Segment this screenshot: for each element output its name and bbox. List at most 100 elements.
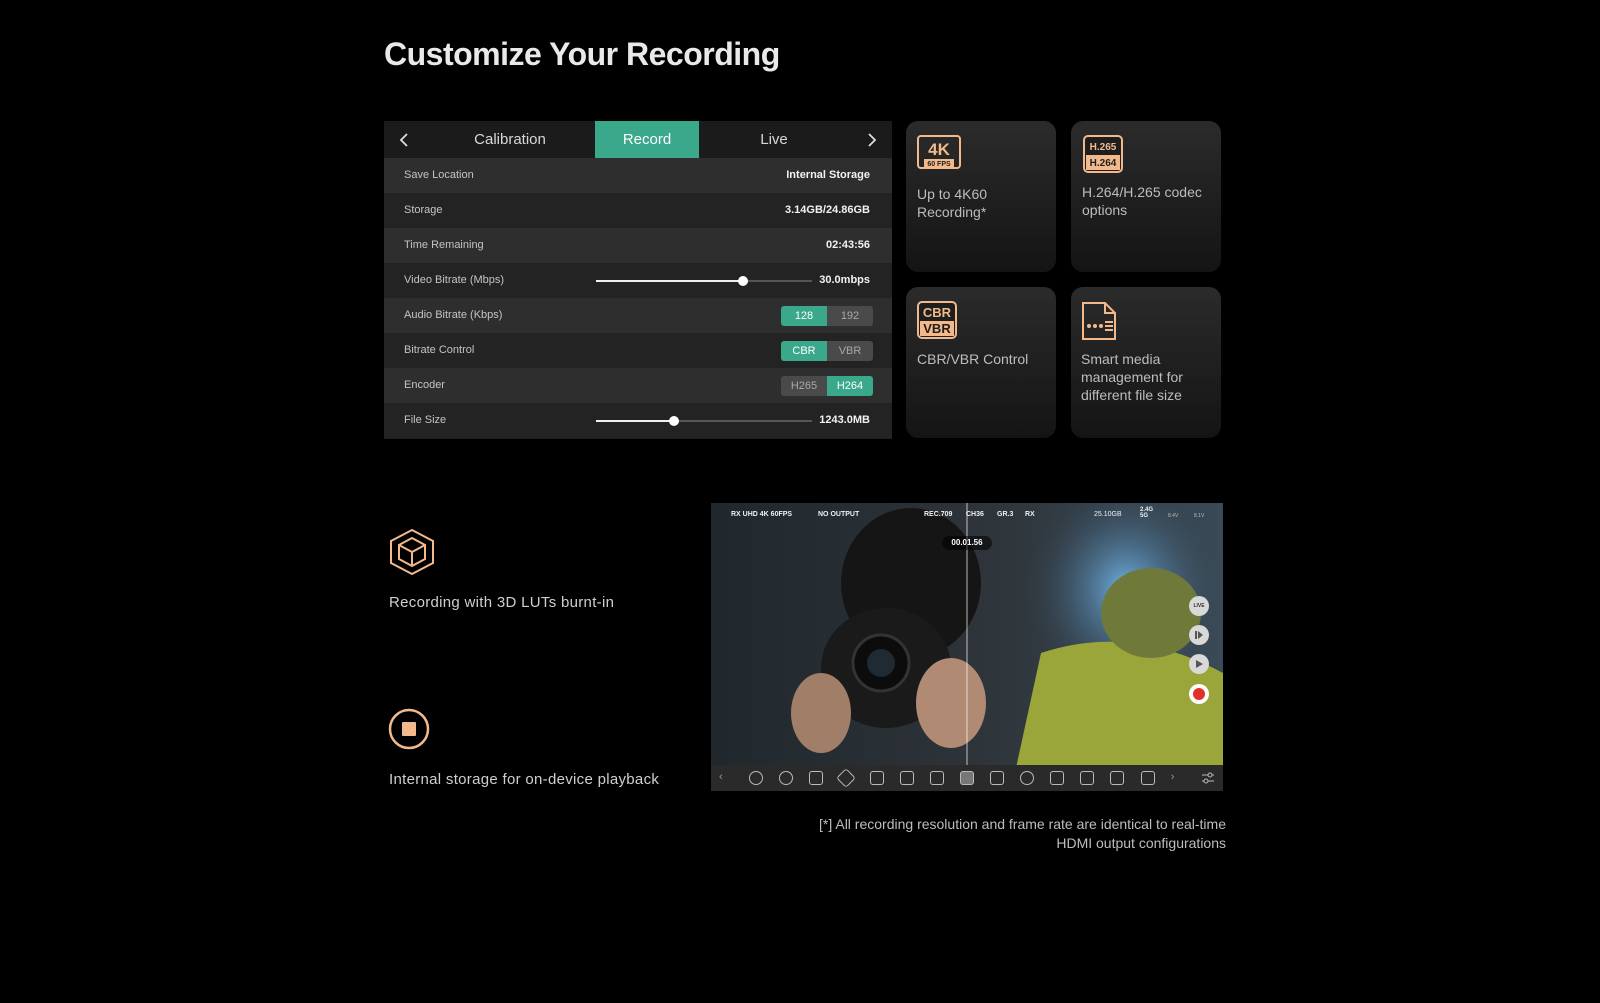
feature-card-cbr-vbr: CBR VBR CBR/VBR Control bbox=[906, 287, 1056, 438]
slider-fill bbox=[596, 280, 743, 282]
slider-knob[interactable] bbox=[737, 276, 748, 286]
settings-sliders-icon[interactable] bbox=[1201, 771, 1215, 785]
h264-option[interactable]: H264 bbox=[827, 376, 873, 396]
card-text: H.264/H.265 codec options bbox=[1082, 184, 1202, 218]
feature-card-codec: H.265 H.264 H.264/H.265 codec options bbox=[1071, 121, 1221, 272]
contrast-icon[interactable] bbox=[749, 771, 764, 785]
hud-battery-2: 8.1V bbox=[1194, 513, 1205, 519]
playback-step-button[interactable] bbox=[1189, 625, 1209, 645]
record-button[interactable] bbox=[1189, 684, 1209, 704]
row-bitrate-control: Bitrate Control CBR VBR bbox=[384, 333, 892, 368]
anamorphic-icon[interactable] bbox=[1080, 771, 1095, 785]
recording-timer: 00.01.56 bbox=[942, 536, 992, 550]
bitrate-control-toggle: CBR VBR bbox=[781, 341, 873, 361]
false-color-icon[interactable] bbox=[959, 771, 974, 785]
row-label: Video Bitrate (Mbps) bbox=[404, 274, 505, 286]
hud-rx: RX bbox=[1025, 511, 1035, 518]
h265-h264-icon: H.265 H.264 bbox=[1083, 135, 1123, 178]
h264-label: H.264 bbox=[1090, 158, 1117, 169]
row-label: Bitrate Control bbox=[404, 344, 475, 356]
chevron-right-icon[interactable] bbox=[852, 121, 892, 158]
hud-channel: CH36 bbox=[966, 511, 984, 518]
chevron-right-icon[interactable]: › bbox=[1171, 771, 1185, 785]
video-bitrate-value: 30.0mbps bbox=[819, 274, 870, 286]
vbr-label: VBR bbox=[923, 321, 951, 336]
hud-battery-1: 8.4V bbox=[1168, 513, 1179, 519]
file-size-slider[interactable] bbox=[596, 416, 812, 426]
grid-icon[interactable] bbox=[1110, 771, 1125, 785]
card-text: CBR/VBR Control bbox=[917, 351, 1029, 367]
row-file-size: File Size 1243.0MB bbox=[384, 403, 892, 438]
storage-value: 3.14GB/24.86GB bbox=[785, 204, 870, 216]
row-label: Time Remaining bbox=[404, 239, 484, 251]
hud-input-status: RX UHD 4K 60FPS bbox=[731, 511, 793, 518]
4k-label: 4K bbox=[928, 140, 950, 159]
chevron-left-icon[interactable] bbox=[384, 121, 424, 158]
3d-lut-cube-icon bbox=[389, 528, 435, 581]
row-encoder: Encoder H265 H264 bbox=[384, 368, 892, 403]
row-label: File Size bbox=[404, 414, 447, 426]
zebra-icon[interactable] bbox=[1050, 771, 1065, 785]
row-time-remaining: Time Remaining 02:43:56 bbox=[384, 228, 892, 263]
row-label: Storage bbox=[404, 204, 443, 216]
encoder-toggle: H265 H264 bbox=[781, 376, 873, 396]
audio-128-option[interactable]: 128 bbox=[781, 306, 827, 326]
card-text: Smart media management for different fil… bbox=[1081, 351, 1183, 403]
feature-text-3d-luts: Recording with 3D LUTs burnt-in bbox=[389, 594, 615, 611]
tab-calibration[interactable]: Calibration bbox=[424, 121, 596, 158]
hud-color-space: REC.709 bbox=[924, 511, 953, 518]
record-stop-icon bbox=[388, 708, 430, 755]
histogram-icon[interactable] bbox=[809, 771, 824, 785]
media-file-icon bbox=[1081, 301, 1119, 346]
waveform-icon[interactable] bbox=[990, 771, 1005, 785]
row-storage: Storage 3.14GB/24.86GB bbox=[384, 193, 892, 228]
cbr-label: CBR bbox=[923, 305, 952, 320]
monitor-tools-toolbar: ‹ › bbox=[711, 765, 1223, 791]
page-title: Customize Your Recording bbox=[384, 36, 780, 72]
cbr-option[interactable]: CBR bbox=[781, 341, 827, 361]
audio-meter-icon[interactable] bbox=[1020, 771, 1035, 785]
tab-live[interactable]: Live bbox=[699, 121, 849, 158]
h265-label: H.265 bbox=[1090, 142, 1117, 153]
chevron-left-icon[interactable]: ‹ bbox=[719, 771, 733, 785]
feature-card-4k60: 4K 60 FPS Up to 4K60 Recording* bbox=[906, 121, 1056, 272]
hud-output-status: NO OUTPUT bbox=[818, 511, 860, 518]
row-audio-bitrate: Audio Bitrate (Kbps) 128 192 bbox=[384, 298, 892, 333]
play-button[interactable] bbox=[1189, 654, 1209, 674]
row-video-bitrate: Video Bitrate (Mbps) 30.0mbps bbox=[384, 263, 892, 298]
hud-gr: GR.3 bbox=[997, 511, 1014, 518]
time-remaining-value: 02:43:56 bbox=[825, 239, 870, 251]
monitor-screen-preview: RX UHD 4K 60FPS NO OUTPUT REC.709 CH36 G… bbox=[711, 503, 1223, 791]
frame-guide-icon[interactable] bbox=[899, 771, 914, 785]
footnote: [*] All recording resolution and frame r… bbox=[819, 816, 1226, 851]
hud-wifi-band: 2.4G 5G bbox=[1140, 507, 1154, 519]
file-size-value: 1243.0MB bbox=[819, 414, 870, 426]
cbr-vbr-icon: CBR VBR bbox=[917, 301, 957, 344]
row-label: Save Location bbox=[404, 169, 474, 181]
settings-tab-bar: Calibration Record Live bbox=[384, 121, 892, 158]
exposure-icon[interactable] bbox=[1140, 771, 1155, 785]
slider-fill bbox=[596, 420, 674, 422]
color-channels-icon[interactable] bbox=[779, 771, 794, 785]
tab-record[interactable]: Record bbox=[595, 121, 699, 158]
hud-storage: 25.10GB bbox=[1094, 511, 1122, 518]
h265-option[interactable]: H265 bbox=[781, 376, 827, 396]
save-location-value: Internal Storage bbox=[786, 169, 870, 181]
crosshair-icon[interactable] bbox=[869, 771, 884, 785]
lut-icon[interactable] bbox=[929, 771, 944, 785]
card-text: Up to 4K60 Recording* bbox=[917, 186, 988, 220]
slider-knob[interactable] bbox=[668, 416, 679, 426]
record-settings-panel: Calibration Record Live Save Location In… bbox=[384, 121, 892, 439]
vbr-option[interactable]: VBR bbox=[827, 341, 873, 361]
feature-text-internal-storage: Internal storage for on-device playback bbox=[389, 771, 660, 788]
60fps-label: 60 FPS bbox=[927, 161, 951, 168]
audio-192-option[interactable]: 192 bbox=[827, 306, 873, 326]
video-bitrate-slider[interactable] bbox=[596, 276, 812, 286]
feature-card-media: Smart media management for different fil… bbox=[1071, 287, 1221, 438]
row-save-location[interactable]: Save Location Internal Storage bbox=[384, 158, 892, 193]
audio-bitrate-toggle: 128 192 bbox=[781, 306, 873, 326]
row-label: Audio Bitrate (Kbps) bbox=[404, 309, 503, 321]
4k-60fps-icon: 4K 60 FPS bbox=[917, 135, 961, 174]
live-button[interactable]: LIVE bbox=[1189, 596, 1209, 616]
focus-peaking-icon[interactable] bbox=[836, 768, 857, 788]
